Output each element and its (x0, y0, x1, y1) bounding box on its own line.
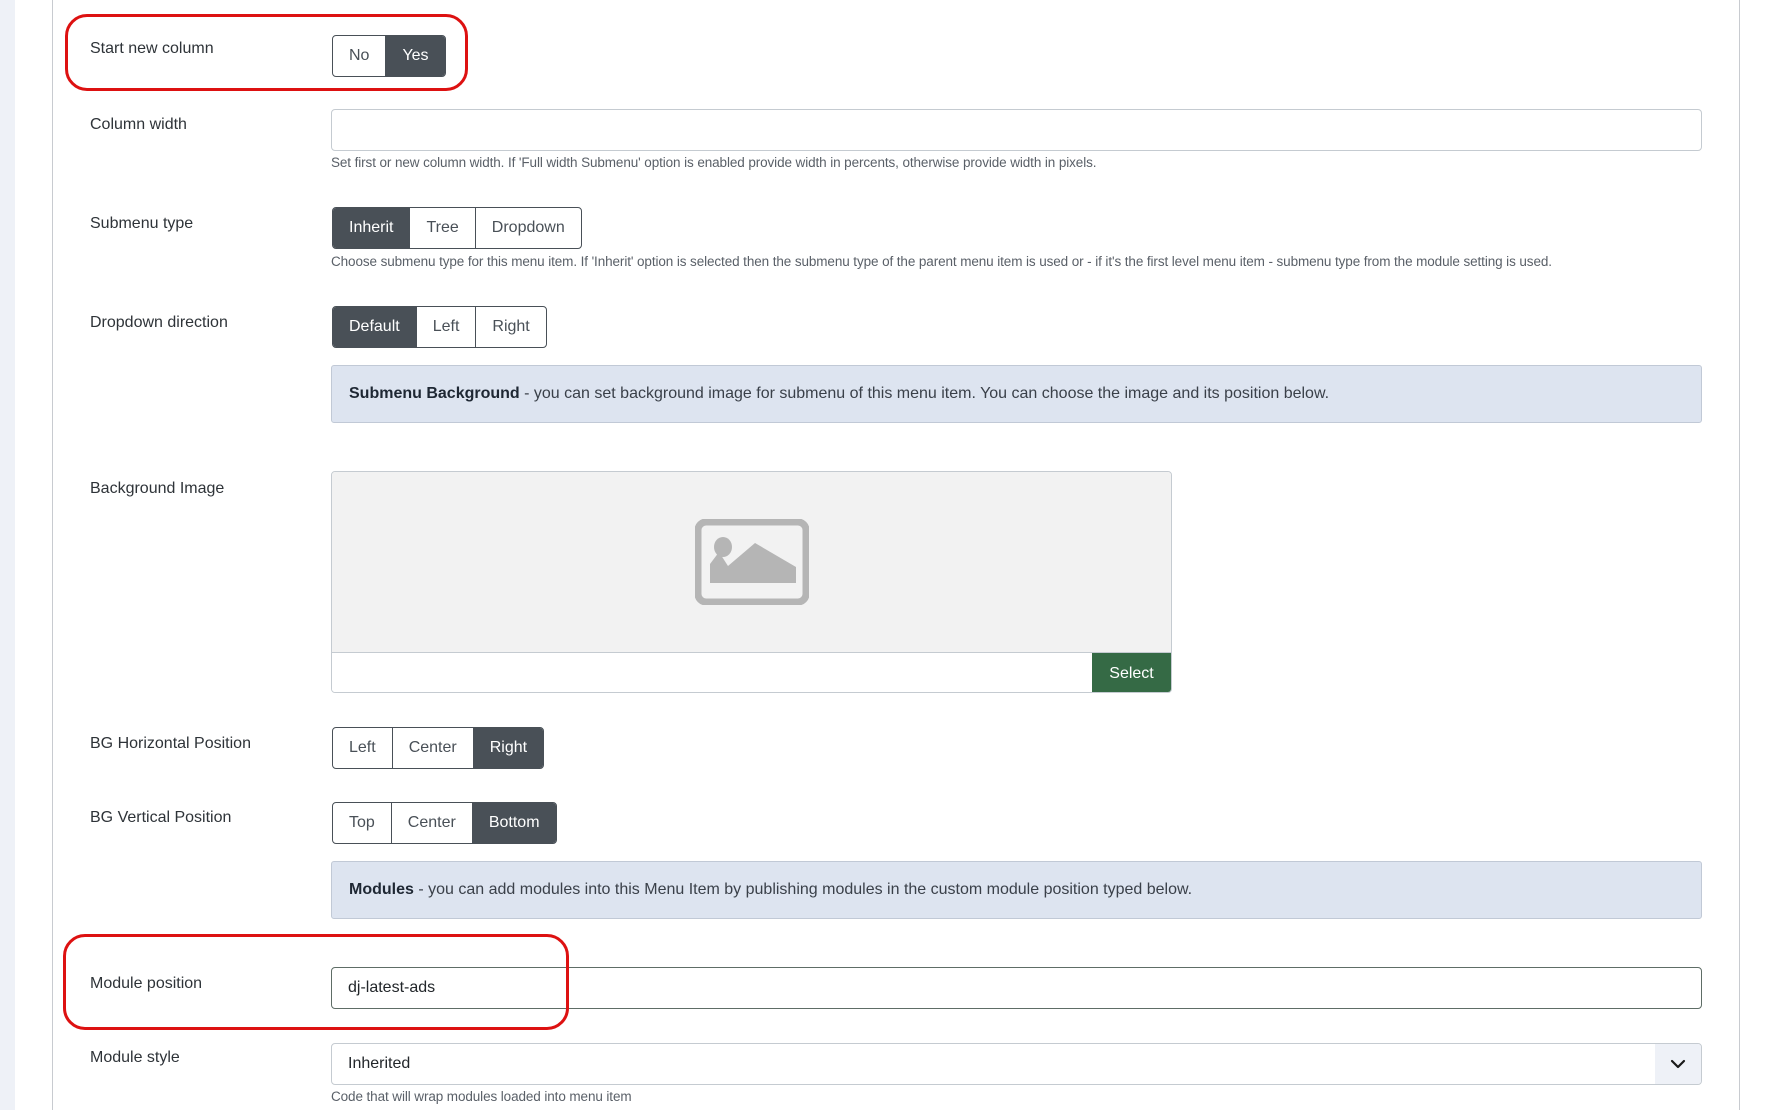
module-position-input[interactable]: dj-latest-ads (331, 967, 1702, 1009)
image-placeholder-icon (695, 519, 809, 605)
bg-horizontal-position-toggle: Left Center Right (332, 727, 545, 769)
sidebar-edge (0, 0, 15, 1110)
bg-vertical-top[interactable]: Top (333, 803, 392, 843)
background-image-label: Background Image (90, 480, 225, 497)
bg-vertical-position-label: BG Vertical Position (90, 809, 232, 826)
submenu-background-info-title: Submenu Background (349, 385, 520, 402)
bg-horizontal-right[interactable]: Right (473, 728, 544, 768)
submenu-type-help: Choose submenu type for this menu item. … (331, 254, 1552, 269)
dropdown-direction-default[interactable]: Default (333, 307, 417, 347)
start-new-column-toggle: No Yes (332, 35, 446, 77)
module-style-label: Module style (90, 1049, 180, 1066)
modules-info: Modules - you can add modules into this … (331, 861, 1702, 919)
bg-horizontal-left[interactable]: Left (333, 728, 393, 768)
bg-vertical-center[interactable]: Center (392, 803, 473, 843)
dropdown-direction-toggle: Default Left Right (332, 306, 547, 348)
module-style-select[interactable]: Inherited (331, 1043, 1702, 1085)
dropdown-direction-right[interactable]: Right (476, 307, 545, 347)
modules-info-text: - you can add modules into this Menu Ite… (413, 881, 1193, 898)
submenu-type-label: Submenu type (90, 215, 194, 232)
column-width-label: Column width (90, 116, 187, 133)
dropdown-direction-label: Dropdown direction (90, 314, 228, 331)
bg-horizontal-center[interactable]: Center (393, 728, 474, 768)
submenu-type-dropdown[interactable]: Dropdown (476, 208, 581, 248)
submenu-type-inherit[interactable]: Inherit (333, 208, 411, 248)
module-style-help: Code that will wrap modules loaded into … (331, 1089, 632, 1104)
chevron-down-icon[interactable] (1655, 1044, 1701, 1084)
modules-info-title: Modules (349, 881, 414, 898)
bg-horizontal-position-label: BG Horizontal Position (90, 735, 251, 752)
background-image-field: Select (331, 471, 1172, 693)
column-width-input[interactable] (331, 109, 1702, 151)
bg-vertical-position-toggle: Top Center Bottom (332, 802, 557, 844)
bg-vertical-bottom[interactable]: Bottom (472, 803, 556, 843)
column-width-help: Set first or new column width. If 'Full … (331, 155, 1097, 170)
submenu-type-toggle: Inherit Tree Dropdown (332, 207, 582, 249)
start-new-column-no[interactable]: No (333, 36, 387, 76)
background-image-path-input[interactable] (332, 653, 1092, 692)
start-new-column-label: Start new column (90, 40, 214, 57)
select-image-button[interactable]: Select (1092, 653, 1171, 692)
submenu-background-info-text: - you can set background image for subme… (519, 385, 1330, 402)
module-position-label: Module position (90, 975, 203, 992)
background-image-preview[interactable] (332, 472, 1171, 653)
dropdown-direction-left[interactable]: Left (417, 307, 477, 347)
submenu-type-tree[interactable]: Tree (410, 208, 476, 248)
submenu-background-info: Submenu Background - you can set backgro… (331, 365, 1702, 423)
module-style-value: Inherited (348, 1055, 411, 1072)
start-new-column-yes[interactable]: Yes (386, 36, 445, 76)
